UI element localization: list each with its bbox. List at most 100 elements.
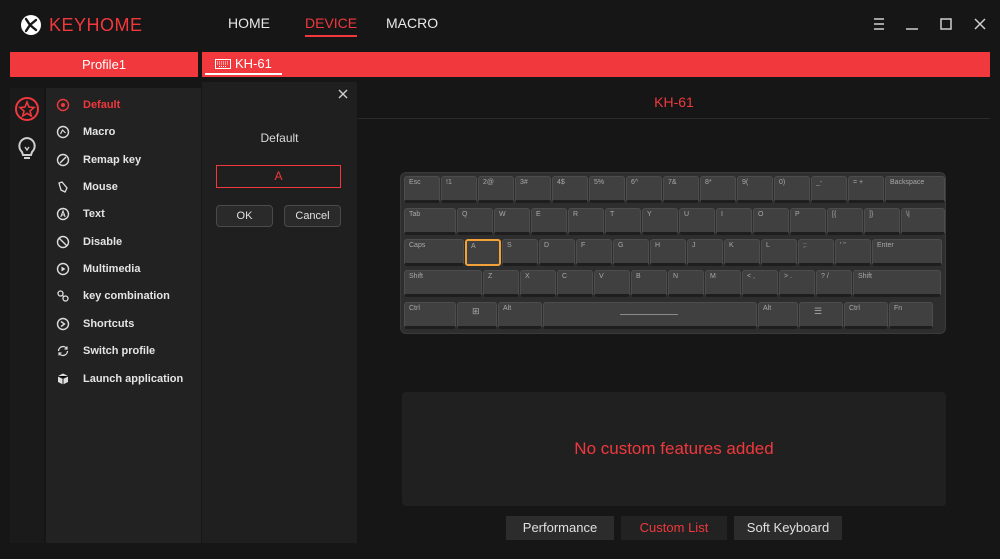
key-[interactable]: ;: [798,239,834,266]
key-caps[interactable]: Caps [404,239,464,266]
key-ctrl[interactable]: Ctrl [844,302,888,329]
key-[interactable]: [{ [827,208,863,235]
key-3[interactable]: 3# [515,176,551,203]
func-item-text[interactable]: Text [56,204,105,224]
key-label: T [610,211,615,218]
key-label: V [599,273,604,280]
func-item-disable[interactable]: Disable [56,232,122,252]
device-name: KH-61 [654,94,694,110]
close-icon[interactable] [971,15,989,33]
key-e[interactable]: E [531,208,567,235]
key-label: Backspace [890,179,925,186]
key-q[interactable]: Q [457,208,493,235]
key-win[interactable]: ⊞ [457,302,497,329]
key-n[interactable]: N [668,270,704,297]
key-7[interactable]: 7& [663,176,699,203]
nav-macro[interactable]: MACRO [386,15,438,31]
key-s[interactable]: S [502,239,538,266]
tab-soft-keyboard[interactable]: Soft Keyboard [734,516,842,540]
key-tab[interactable]: Tab [404,208,456,235]
key-fn[interactable]: Fn [889,302,933,329]
key-t[interactable]: T [605,208,641,235]
tab-performance[interactable]: Performance [506,516,614,540]
remap-icon [56,153,70,167]
key-[interactable]: ' " [835,239,871,266]
device-tab[interactable]: KH-61 [205,54,282,75]
key-[interactable]: = + [848,176,884,203]
func-item-multimedia[interactable]: Multimedia [56,259,140,279]
key-[interactable]: \| [901,208,945,235]
key-[interactable]: > . [779,270,815,297]
key-w[interactable]: W [494,208,530,235]
key-o[interactable]: O [753,208,789,235]
key-8[interactable]: 8* [700,176,736,203]
key-a[interactable]: A [465,239,501,266]
key-label: Enter [877,242,894,249]
nav-device[interactable]: DEVICE [305,15,358,37]
key-label: !1 [446,179,452,186]
star-settings-icon[interactable] [13,95,41,123]
func-item-macro[interactable]: Macro [56,122,115,142]
func-item-label: Launch application [83,373,184,385]
key-shift[interactable]: Shift [404,270,482,297]
key-menu[interactable]: ☰ [799,302,843,329]
app-icon [57,373,69,385]
keyboard-icon [215,58,231,69]
key-u[interactable]: U [679,208,715,235]
func-item-switch-profile[interactable]: Switch profile [56,341,155,361]
func-item-shortcuts[interactable]: Shortcuts [56,314,134,334]
func-item-key-combination[interactable]: key combination [56,286,170,306]
func-item-remap-key[interactable]: Remap key [56,150,141,170]
func-item-default[interactable]: Default [56,95,120,115]
key-r[interactable]: R [568,208,604,235]
key-x[interactable]: X [520,270,556,297]
lightbulb-icon[interactable] [13,134,41,162]
key-c[interactable]: C [557,270,593,297]
func-item-launch-application[interactable]: Launch application [56,369,183,389]
key-4[interactable]: 4$ [552,176,588,203]
key-i[interactable]: I [716,208,752,235]
key-esc[interactable]: Esc [404,176,440,203]
close-panel-icon[interactable] [336,87,350,101]
key-space[interactable] [543,302,757,329]
key-backspace[interactable]: Backspace [885,176,945,203]
key-d[interactable]: D [539,239,575,266]
key-k[interactable]: K [724,239,760,266]
key-alt[interactable]: Alt [758,302,798,329]
menu-icon[interactable] [870,15,888,33]
tab-custom-list[interactable]: Custom List [621,516,727,540]
key-f[interactable]: F [576,239,612,266]
key-0[interactable]: 0) [774,176,810,203]
key-9[interactable]: 9( [737,176,773,203]
key-1[interactable]: !1 [441,176,477,203]
key-[interactable]: ]} [864,208,900,235]
key-enter[interactable]: Enter [872,239,942,266]
key-[interactable]: ? / [816,270,852,297]
key-5[interactable]: 5% [589,176,625,203]
key-[interactable]: < , [742,270,778,297]
key-[interactable]: _- [811,176,847,203]
key-6[interactable]: 6^ [626,176,662,203]
key-m[interactable]: M [705,270,741,297]
key-y[interactable]: Y [642,208,678,235]
key-h[interactable]: H [650,239,686,266]
profile-selector[interactable]: Profile1 [10,52,198,77]
key-g[interactable]: G [613,239,649,266]
maximize-icon[interactable] [937,15,955,33]
ok-button[interactable]: OK [216,205,273,227]
key-shift[interactable]: Shift [853,270,941,297]
key-z[interactable]: Z [483,270,519,297]
key-j[interactable]: J [687,239,723,266]
key-assignment-field[interactable]: A [216,165,341,188]
key-l[interactable]: L [761,239,797,266]
key-2[interactable]: 2@ [478,176,514,203]
func-item-mouse[interactable]: Mouse [56,177,118,197]
key-v[interactable]: V [594,270,630,297]
minimize-icon[interactable] [903,15,921,33]
key-ctrl[interactable]: Ctrl [404,302,456,329]
key-p[interactable]: P [790,208,826,235]
key-b[interactable]: B [631,270,667,297]
nav-home[interactable]: HOME [228,15,270,31]
key-alt[interactable]: Alt [498,302,542,329]
cancel-button[interactable]: Cancel [284,205,341,227]
